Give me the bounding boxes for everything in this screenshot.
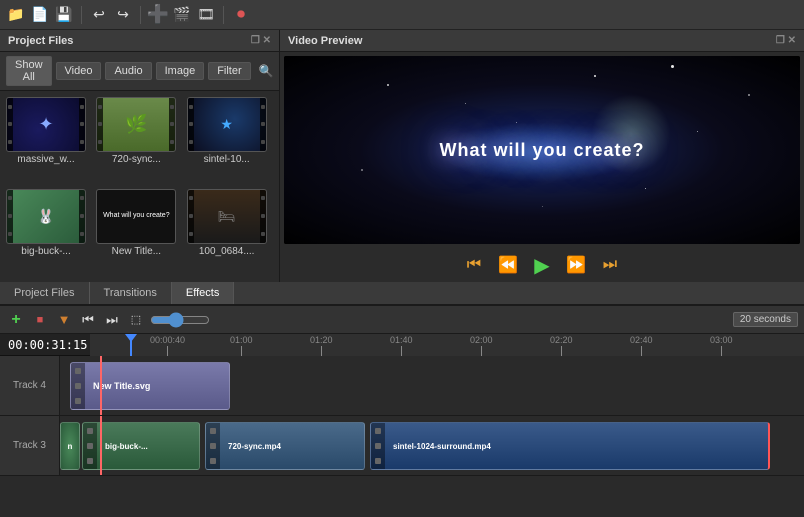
add-icon[interactable]: ➕ (148, 5, 168, 25)
tracks-area: Track 4 New Title.svg (0, 356, 804, 517)
clip-sintel-label: sintel-1024-surround.mp4 (393, 442, 491, 451)
thumb-img-newtitle: What will you create? (96, 189, 176, 244)
timecode-display: 00:00:31:15 (0, 338, 90, 352)
tab-effects[interactable]: Effects (172, 282, 234, 304)
clip-bigbuck[interactable]: big-buck-... (82, 422, 200, 470)
thumb-item-sintel[interactable]: ★ sintel-10... (187, 97, 273, 185)
tabs-bar: Project Files Transitions Effects (0, 282, 804, 306)
forward-to-end-button[interactable]: ⏭ (598, 253, 622, 277)
clip-720sync[interactable]: 720-sync.mp4 (205, 422, 365, 470)
ruler-mark-120: 01:20 (310, 335, 333, 356)
ruler-mark-40: 00:00:40 (150, 335, 185, 356)
project-files-icons[interactable]: ❐ ✕ (251, 35, 271, 46)
thumb-label-massive: massive_w... (6, 154, 86, 165)
clip-title-label: New Title.svg (93, 381, 150, 391)
video-icon[interactable]: 🎬 (172, 5, 192, 25)
play-button[interactable]: ▶ (530, 253, 554, 277)
thumb-item-720sync[interactable]: 🌿 720-sync... (96, 97, 182, 185)
tab-project-files[interactable]: Project Files (0, 282, 90, 304)
tab-transitions[interactable]: Transitions (90, 282, 172, 304)
track-row-4: Track 4 New Title.svg (0, 356, 804, 416)
thumb-item-massive[interactable]: ✦ massive_w... (6, 97, 92, 185)
timeline-area: 00:00:31:15 00:00:40 01:00 01:20 01:40 (0, 334, 804, 517)
zoom-slider[interactable] (150, 312, 210, 328)
thumb-item-bigbuck[interactable]: 🐰 big-buck-... (6, 189, 92, 277)
filter-image[interactable]: Image (156, 62, 205, 80)
thumb-label-newtitle: New Title... (96, 246, 176, 257)
rewind-button[interactable]: ⏪ (496, 253, 520, 277)
new-file-icon[interactable]: 📁 (6, 5, 26, 25)
filter-show-all[interactable]: Show All (6, 56, 52, 86)
preview-icons[interactable]: ❐ ✕ (776, 35, 796, 46)
ruler-mark-300: 03:00 (710, 335, 733, 356)
clip-720sync-label: 720-sync.mp4 (228, 442, 281, 451)
thumb-label-720sync: 720-sync... (96, 154, 176, 165)
remove-track-button[interactable]: ■ (30, 310, 50, 330)
thumb-item-100[interactable]: 🛏 100_0684.... (187, 189, 273, 277)
right-panel: Video Preview ❐ ✕ What will you create? (280, 30, 804, 282)
filter-bar: Show All Video Audio Image Filter 🔍 (0, 52, 279, 91)
track-4-label: Track 4 (0, 356, 60, 415)
track-4-content[interactable]: New Title.svg (60, 356, 804, 415)
ruler-mark-140: 01:40 (390, 335, 413, 356)
ruler-mark-200: 02:00 (470, 335, 493, 356)
add-track-button[interactable]: + (6, 310, 26, 330)
thumb-title-text: What will you create? (101, 209, 172, 222)
track-3-label: Track 3 (0, 416, 60, 475)
film-icon[interactable]: 🎞 (196, 5, 216, 25)
save-icon[interactable]: 💾 (54, 5, 74, 25)
next-marker-button[interactable]: ⏭ (102, 310, 122, 330)
thumbnails-grid: ✦ massive_w... 🌿 720-sync... ★ (0, 91, 279, 282)
ruler-container[interactable]: 00:00:40 01:00 01:20 01:40 02:00 (90, 334, 804, 356)
bottom-section: Project Files Transitions Effects + ■ ▼ … (0, 282, 804, 517)
project-files-header: Project Files ❐ ✕ (0, 30, 279, 52)
thumb-img-massive: ✦ (6, 97, 86, 152)
thumb-label-bigbuck: big-buck-... (6, 246, 86, 257)
undo-icon[interactable]: ↩ (89, 5, 109, 25)
prev-marker-button[interactable]: ⏮ (78, 310, 98, 330)
transition-button[interactable]: ⬚ (126, 310, 146, 330)
seconds-badge: 20 seconds (733, 312, 798, 327)
thumb-img-100: 🛏 (187, 189, 267, 244)
ruler-mark-100: 01:00 (230, 335, 253, 356)
thumb-img-sintel: ★ (187, 97, 267, 152)
thumb-img-720sync: 🌿 (96, 97, 176, 152)
forward-button[interactable]: ⏩ (564, 253, 588, 277)
ruler-mark-220: 02:20 (550, 335, 573, 356)
preview-overlay-text: What will you create? (439, 140, 644, 161)
filter-clear-icon[interactable]: 🔍 (259, 64, 274, 78)
left-panel: Project Files ❐ ✕ Show All Video Audio I… (0, 30, 280, 282)
preview-screen: What will you create? (284, 56, 800, 244)
track-row-3: Track 3 n big-buck-... (0, 416, 804, 476)
track-3-content[interactable]: n big-buck-... (60, 416, 804, 475)
preview-header: Video Preview ❐ ✕ (280, 30, 804, 52)
clip-bigbuck-mini[interactable]: n (60, 422, 80, 470)
thumb-label-sintel: sintel-10... (187, 154, 267, 165)
main-area: Project Files ❐ ✕ Show All Video Audio I… (0, 30, 804, 282)
timeline-toolbar: + ■ ▼ ⏮ ⏭ ⬚ 20 seconds (0, 306, 804, 334)
clip-sintel[interactable]: sintel-1024-surround.mp4 (370, 422, 770, 470)
ruler-mark-240: 02:40 (630, 335, 653, 356)
filter-filter[interactable]: Filter (208, 62, 250, 80)
redo-icon[interactable]: ↪ (113, 5, 133, 25)
thumb-label-100: 100_0684.... (187, 246, 267, 257)
filter-track-button[interactable]: ▼ (54, 310, 74, 330)
filter-video[interactable]: Video (56, 62, 102, 80)
clip-bigbuck-label: big-buck-... (105, 442, 148, 451)
record-icon[interactable]: ⏺ (231, 5, 251, 25)
playhead-triangle (125, 334, 137, 342)
thumb-img-bigbuck: 🐰 (6, 189, 86, 244)
project-files-title: Project Files (8, 35, 73, 47)
playhead-ruler (130, 334, 132, 356)
time-indicator-row: 00:00:31:15 00:00:40 01:00 01:20 01:40 (0, 334, 804, 356)
thumb-item-newtitle[interactable]: What will you create? New Title... (96, 189, 182, 277)
preview-title: Video Preview (288, 35, 362, 47)
preview-star-glow (591, 94, 671, 174)
clip-new-title[interactable]: New Title.svg (70, 362, 230, 410)
filter-audio[interactable]: Audio (105, 62, 151, 80)
preview-controls: ⏮ ⏪ ▶ ⏩ ⏭ (280, 248, 804, 282)
rewind-to-start-button[interactable]: ⏮ (462, 253, 486, 277)
main-toolbar: 📁 📄 💾 ↩ ↪ ➕ 🎬 🎞 ⏺ (0, 0, 804, 30)
open-icon[interactable]: 📄 (30, 5, 50, 25)
